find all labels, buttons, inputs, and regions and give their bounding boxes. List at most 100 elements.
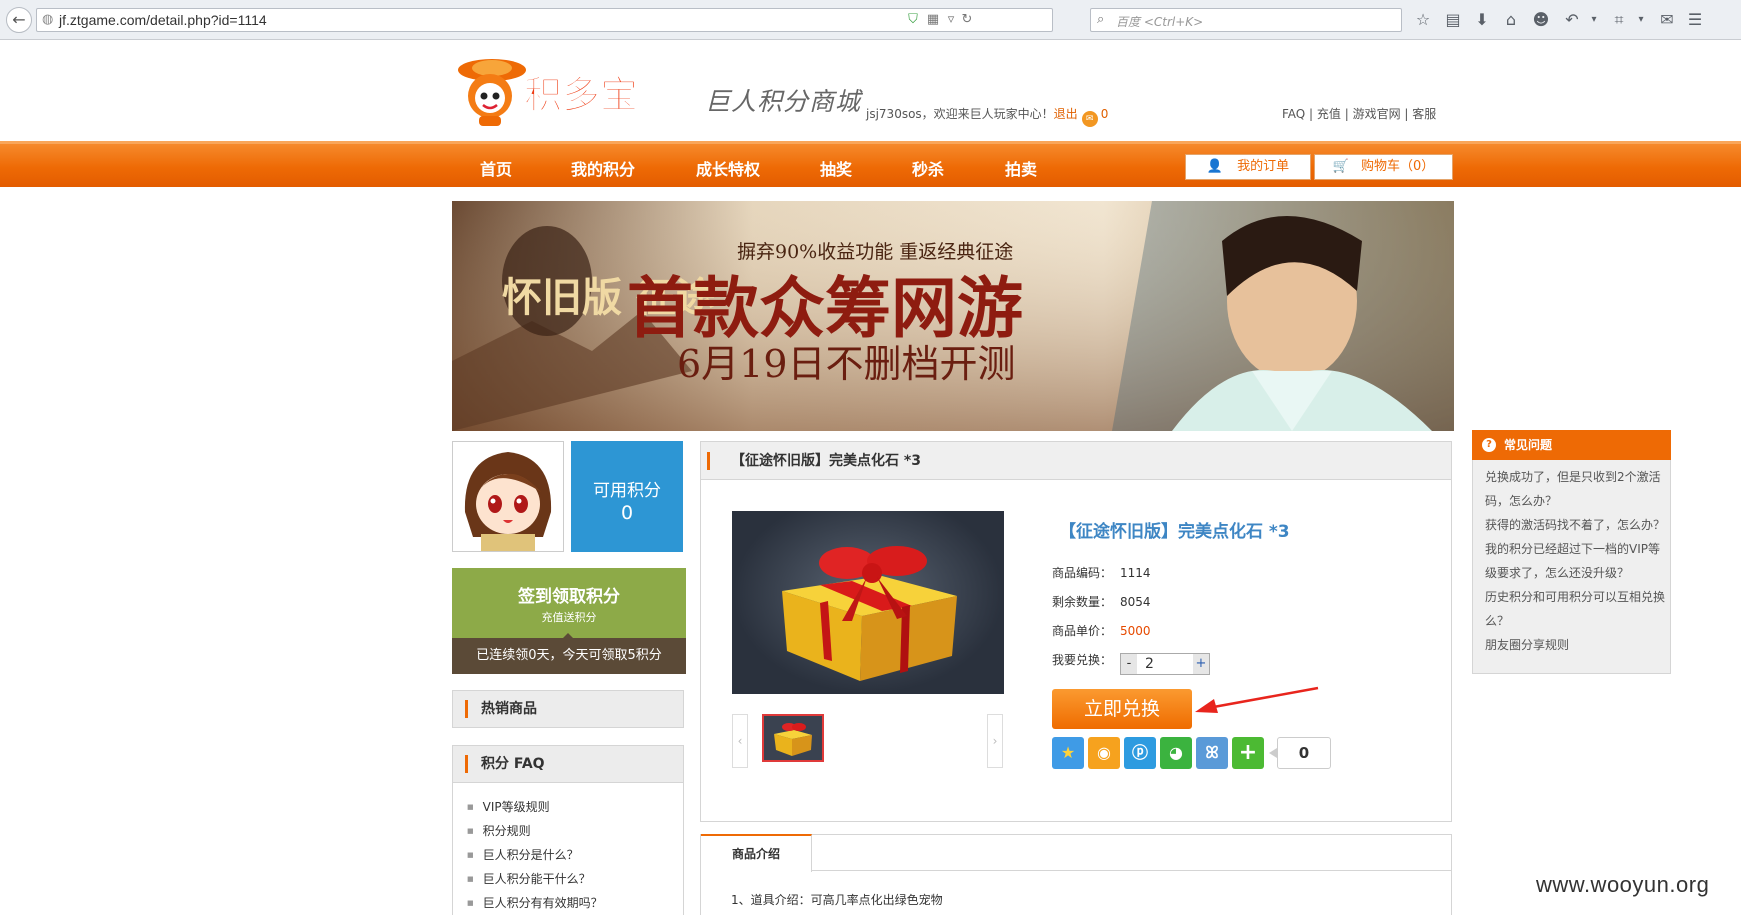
product-image[interactable]	[732, 511, 1004, 694]
exchange-now-button[interactable]: 立即兑换	[1052, 689, 1192, 729]
dropdown-icon[interactable]: ▿	[943, 12, 959, 28]
reload-icon[interactable]: ↻	[959, 12, 975, 28]
promo-banner[interactable]: 怀旧版 征途 摒弃90%收益功能 重返经典征途 首款众筹网游 6月19日不删档开…	[452, 201, 1454, 431]
product-thumbnail[interactable]	[762, 714, 824, 762]
faq-link[interactable]: 巨人积分是什么？	[467, 846, 579, 863]
cart-button[interactable]: 🛒 购物车（0）	[1314, 154, 1453, 180]
description-line: 1、道具介绍：可高几率点化出绿色宠物	[731, 893, 943, 907]
qty-input[interactable]: 2	[1145, 656, 1154, 672]
code-value: 1114	[1120, 566, 1151, 580]
welcome-bar: jsj730sos，欢迎来巨人玩家中心！退出 ✉ 0	[866, 105, 1108, 127]
question-link[interactable]: 我的积分已经超过下一档的VIP等级要求了，怎么还没升级？	[1485, 537, 1665, 585]
browser-toolbar: ← ◍ jf.ztgame.com/detail.php?id=1114 ⛉ ▦…	[0, 0, 1741, 40]
thumb-prev-button[interactable]: ‹	[732, 714, 748, 768]
crop-icon[interactable]: ⌗	[1608, 10, 1630, 30]
thumb-next-button[interactable]: ›	[987, 714, 1003, 768]
common-questions-header: ? 常见问题	[1472, 430, 1671, 460]
qty-plus-button[interactable]: +	[1193, 654, 1209, 674]
search-placeholder: 百度 <Ctrl+K>	[1116, 15, 1204, 29]
site-slogan: 巨人积分商城	[705, 87, 862, 116]
user-avatar	[452, 441, 564, 552]
question-link[interactable]: 历史积分和可用积分可以互相兑换么？	[1485, 585, 1665, 633]
mail-icon[interactable]: ✉	[1081, 111, 1098, 127]
nav-auction[interactable]: 拍卖	[1005, 156, 1037, 180]
code-label: 商品编码：	[1052, 566, 1113, 580]
points-label: 可用积分	[593, 481, 661, 501]
message-icon[interactable]: ✉	[1656, 10, 1678, 30]
qty-label: 我要兑换：	[1052, 653, 1113, 667]
price-label: 商品单价：	[1052, 624, 1113, 638]
product-description: 商品介绍 1、道具介绍：可高几率点化出绿色宠物	[700, 834, 1452, 915]
product-panel-title: 【征途怀旧版】完美点化石 *3	[701, 442, 1451, 480]
stock-label: 剩余数量：	[1052, 595, 1113, 609]
undo-icon[interactable]: ↶	[1561, 10, 1583, 30]
product-title: 【征途怀旧版】完美点化石 *3	[1059, 522, 1290, 542]
share-qzone-icon[interactable]: ★	[1052, 737, 1084, 769]
site-logo[interactable]: 积多宝	[452, 56, 680, 128]
signin-title: 签到领取积分	[518, 587, 620, 607]
logout-link[interactable]: 退出	[1054, 107, 1078, 121]
question-link[interactable]: 获得的激活码找不着了，怎么办？	[1485, 513, 1665, 537]
quantity-stepper[interactable]: - 2 +	[1120, 653, 1210, 675]
download-icon[interactable]: ⬇	[1471, 10, 1493, 30]
product-stock-row: 剩余数量： 8054	[1052, 593, 1151, 610]
share-renren-icon[interactable]: ꕤ	[1196, 737, 1228, 769]
svg-text:首款众筹网游: 首款众筹网游	[627, 269, 1023, 347]
faq-link[interactable]: 巨人积分有有效期吗？	[467, 894, 603, 911]
main-nav: 首页 我的积分 成长特权 抽奖 秒杀 拍卖 👤 我的订单 🛒 购物车（0）	[0, 141, 1741, 187]
nav-home[interactable]: 首页	[480, 156, 512, 180]
question-link[interactable]: 兑换成功了，但是只收到2个激活码，怎么办？	[1485, 465, 1665, 513]
faq-link[interactable]: VIP等级规则	[467, 798, 550, 815]
nav-lottery[interactable]: 抽奖	[820, 156, 852, 180]
my-orders-label: 我的订单	[1237, 159, 1290, 174]
description-tabs: 商品介绍	[701, 834, 1451, 872]
watermark: www.wooyun.org	[1536, 872, 1710, 897]
nav-my-points[interactable]: 我的积分	[571, 156, 635, 180]
faq-link[interactable]: 积分规则	[467, 822, 531, 839]
hot-products-header[interactable]: 热销商品	[452, 690, 684, 728]
product-code-row: 商品编码： 1114	[1052, 564, 1151, 581]
share-wechat-icon[interactable]: ◕	[1160, 737, 1192, 769]
qty-minus-button[interactable]: -	[1121, 654, 1137, 674]
annotation-arrow-icon	[1195, 686, 1319, 713]
globe-icon: ◍	[42, 12, 54, 27]
product-panel: 【征途怀旧版】完美点化石 *3 ‹ › 【征途怀旧版】完美点化石 *3 商品编码…	[700, 441, 1452, 822]
menu-icon[interactable]: ☰	[1684, 10, 1706, 30]
available-points-card: 可用积分 0	[571, 441, 683, 552]
points-faq-box: 积分 FAQ VIP等级规则 积分规则 巨人积分是什么？ 巨人积分能干什么？ 巨…	[452, 745, 684, 915]
mail-count[interactable]: 0	[1101, 107, 1109, 121]
signin-status: 已连续领0天，今天可领取5积分	[452, 638, 686, 674]
reading-list-icon[interactable]: ▤	[1442, 10, 1464, 30]
shield-icon[interactable]: ⛉	[905, 12, 921, 28]
crop-dropdown-icon[interactable]: ▾	[1630, 10, 1652, 30]
share-weibo-icon[interactable]: ◉	[1088, 737, 1120, 769]
welcome-text: jsj730sos，欢迎来巨人玩家中心！	[866, 107, 1054, 121]
back-button[interactable]: ←	[6, 7, 32, 33]
question-link[interactable]: 朋友圈分享规则	[1485, 633, 1665, 657]
chat-icon[interactable]: ☻	[1530, 10, 1552, 30]
svg-text:摒弃90%收益功能 重返经典征途: 摒弃90%收益功能 重返经典征途	[737, 241, 1013, 263]
share-count: 0	[1277, 737, 1331, 769]
share-more-icon[interactable]: +	[1232, 737, 1264, 769]
search-input[interactable]: ⌕ 百度 <Ctrl+K>	[1090, 8, 1402, 32]
signin-button[interactable]: 签到领取积分 充值送积分	[452, 568, 686, 638]
nav-growth-privileges[interactable]: 成长特权	[696, 156, 760, 180]
my-orders-button[interactable]: 👤 我的订单	[1185, 154, 1311, 180]
cart-icon: 🛒	[1332, 159, 1349, 174]
faq-link[interactable]: 巨人积分能干什么？	[467, 870, 591, 887]
address-bar[interactable]: ◍ jf.ztgame.com/detail.php?id=1114 ⛉ ▦ ▿…	[36, 8, 1053, 32]
price-value: 5000	[1120, 624, 1151, 638]
cart-label: 购物车（0）	[1360, 159, 1435, 174]
question-icon: ?	[1482, 438, 1496, 452]
share-count-pointer	[1269, 748, 1277, 758]
product-price-row: 商品单价： 5000	[1052, 622, 1151, 639]
bookmark-star-icon[interactable]: ☆	[1412, 10, 1434, 30]
share-tencent-icon[interactable]: ⓟ	[1124, 737, 1156, 769]
top-links[interactable]: FAQ | 充值 | 游戏官网 | 客服	[1282, 105, 1436, 122]
nav-flash-sale[interactable]: 秒杀	[912, 156, 944, 180]
undo-dropdown-icon[interactable]: ▾	[1583, 10, 1605, 30]
points-faq-header: 积分 FAQ	[452, 745, 684, 783]
home-icon[interactable]: ⌂	[1500, 10, 1522, 30]
tab-product-intro[interactable]: 商品介绍	[701, 834, 812, 872]
qrcode-icon[interactable]: ▦	[925, 12, 941, 28]
